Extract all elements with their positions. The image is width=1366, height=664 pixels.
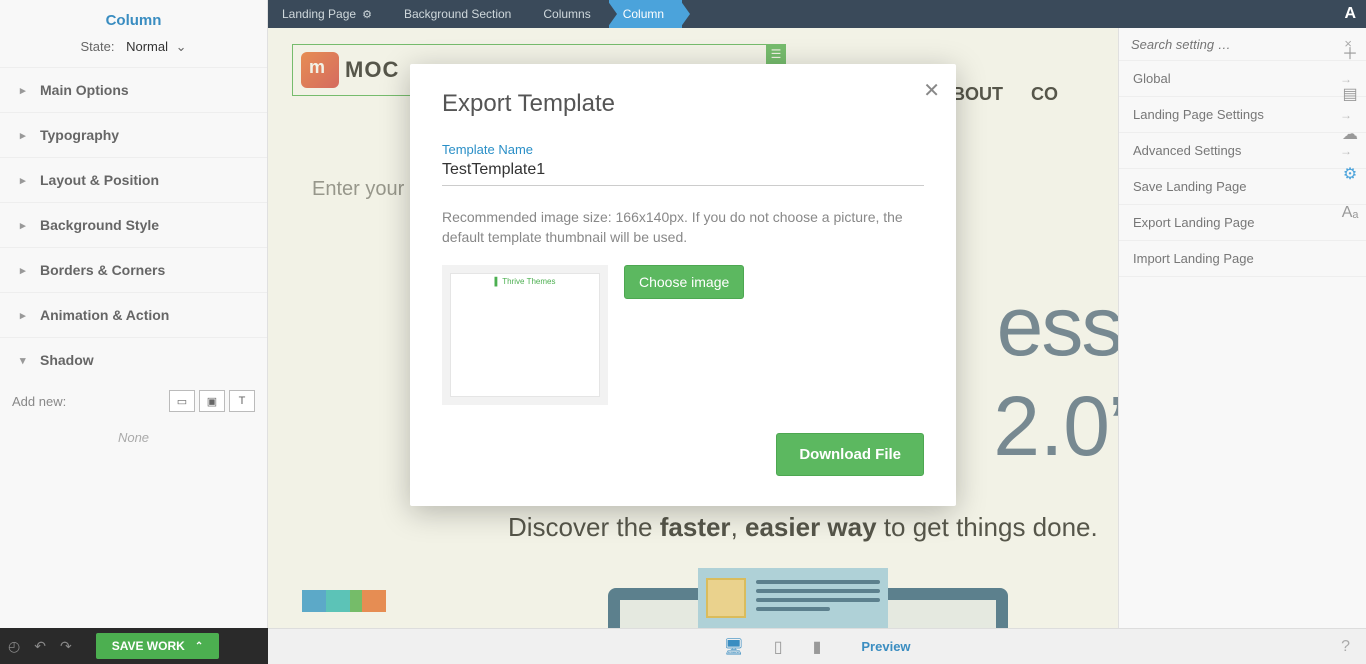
- thumbnail-preview: ▌ Thrive Themes: [442, 265, 608, 405]
- recommended-text: Recommended image size: 166x140px. If yo…: [442, 208, 924, 247]
- export-template-modal: ✕ Export Template Template Name Recommen…: [410, 64, 956, 506]
- thumb-brand-text: ▌ Thrive Themes: [495, 277, 556, 286]
- close-icon[interactable]: ✕: [923, 78, 940, 103]
- template-name-input[interactable]: [442, 159, 924, 186]
- modal-title: Export Template: [442, 90, 924, 118]
- template-name-label: Template Name: [442, 142, 924, 157]
- choose-image-button[interactable]: Choose image: [624, 265, 744, 299]
- download-file-button[interactable]: Download File: [776, 433, 924, 476]
